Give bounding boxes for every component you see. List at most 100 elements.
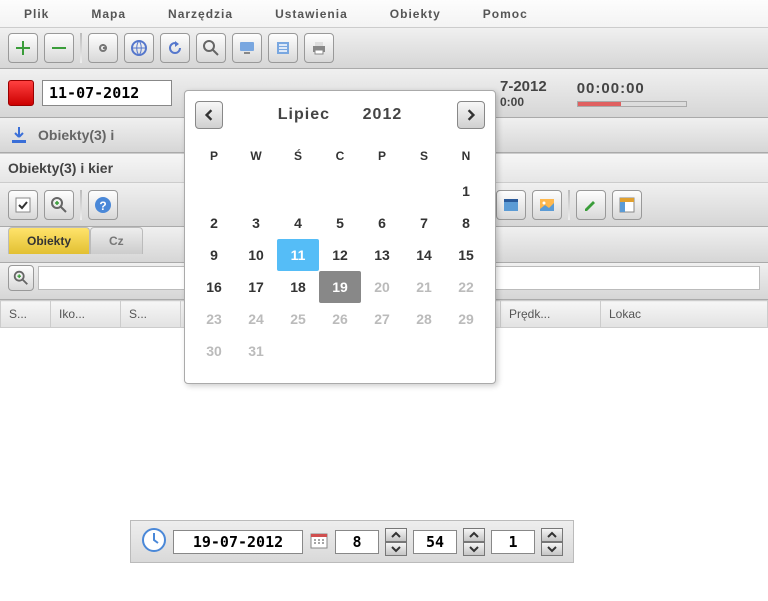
tab-cz[interactable]: Cz [90, 227, 143, 254]
menu-mapa[interactable]: Mapa [91, 7, 126, 21]
download-icon[interactable] [8, 124, 30, 146]
menu-bar: Plik Mapa Narzędzia Ustawienia Obiekty P… [0, 0, 768, 28]
svg-text:?: ? [99, 199, 106, 213]
calendar-title[interactable]: Lipiec 2012 [223, 106, 457, 124]
calendar-day-5[interactable]: 5 [319, 207, 361, 239]
calendar-day-19[interactable]: 19 [319, 271, 361, 303]
separator [568, 190, 570, 220]
calendar-day-9[interactable]: 9 [193, 239, 235, 271]
minute-spinner [463, 528, 485, 556]
menu-plik[interactable]: Plik [24, 7, 49, 21]
minus-icon [49, 38, 69, 58]
menu-pomoc[interactable]: Pomoc [483, 7, 528, 21]
calendar-day-28[interactable]: 28 [403, 303, 445, 335]
calendar-day-24[interactable]: 24 [235, 303, 277, 335]
calendar-day-12[interactable]: 12 [319, 239, 361, 271]
zoom-in-button[interactable] [44, 190, 74, 220]
chevron-down-icon [391, 545, 401, 553]
col-s2[interactable]: S... [121, 301, 181, 328]
magnifier-icon [201, 38, 221, 58]
help-button[interactable]: ? [88, 190, 118, 220]
calendar-day-3[interactable]: 3 [235, 207, 277, 239]
globe-icon [129, 38, 149, 58]
calendar-day-11[interactable]: 11 [277, 239, 319, 271]
print-button[interactable] [304, 33, 334, 63]
col-iko[interactable]: Iko... [51, 301, 121, 328]
menu-obiekty[interactable]: Obiekty [390, 7, 441, 21]
layout-button[interactable] [612, 190, 642, 220]
time-date-input[interactable] [173, 530, 303, 554]
chevron-left-icon [203, 109, 215, 121]
window-button[interactable] [496, 190, 526, 220]
checkall-button[interactable] [8, 190, 38, 220]
calendar-day-15[interactable]: 15 [445, 239, 487, 271]
time-hour-input[interactable] [335, 530, 379, 554]
calendar-day-22[interactable]: 22 [445, 271, 487, 303]
second-down-button[interactable] [541, 542, 563, 556]
refresh-button[interactable] [160, 33, 190, 63]
calendar-day-4[interactable]: 4 [277, 207, 319, 239]
calendar-day-26[interactable]: 26 [319, 303, 361, 335]
record-indicator[interactable] [8, 80, 34, 106]
calendar-day-8[interactable]: 8 [445, 207, 487, 239]
calendar-day-30[interactable]: 30 [193, 335, 235, 367]
calendar-dow: C [319, 139, 361, 175]
calendar-day-31[interactable]: 31 [235, 335, 277, 367]
calendar-dow: P [193, 139, 235, 175]
calendar-day-21[interactable]: 21 [403, 271, 445, 303]
calendar-day-2[interactable]: 2 [193, 207, 235, 239]
remove-button[interactable] [44, 33, 74, 63]
calendar-day-25[interactable]: 25 [277, 303, 319, 335]
calendar-next-button[interactable] [457, 101, 485, 129]
calendar-year-label: 2012 [363, 106, 403, 123]
calendar-day-23[interactable]: 23 [193, 303, 235, 335]
calendar-prev-button[interactable] [195, 101, 223, 129]
calendar-day-18[interactable]: 18 [277, 271, 319, 303]
calendar-dow: N [445, 139, 487, 175]
calendar-icon[interactable] [309, 530, 329, 553]
window-icon [501, 195, 521, 215]
calendar-day-16[interactable]: 16 [193, 271, 235, 303]
menu-narzedzia[interactable]: Narzędzia [168, 7, 233, 21]
col-predk[interactable]: Prędk... [501, 301, 601, 328]
calendar-day-29[interactable]: 29 [445, 303, 487, 335]
calendar-day-27[interactable]: 27 [361, 303, 403, 335]
plus-icon [13, 38, 33, 58]
time-minute-input[interactable] [413, 530, 457, 554]
calendar-day-14[interactable]: 14 [403, 239, 445, 271]
calendar-day-7[interactable]: 7 [403, 207, 445, 239]
calendar-day-20[interactable]: 20 [361, 271, 403, 303]
menu-ustawienia[interactable]: Ustawienia [275, 7, 348, 21]
globe-button[interactable] [124, 33, 154, 63]
calendar-day-13[interactable]: 13 [361, 239, 403, 271]
date-input[interactable] [42, 80, 172, 106]
image-button[interactable] [532, 190, 562, 220]
subheader-label: Obiekty(3) i [38, 127, 114, 143]
tab-obiekty[interactable]: Obiekty [8, 227, 90, 254]
hour-spinner [385, 528, 407, 556]
link-button[interactable] [88, 33, 118, 63]
calendar-day-1[interactable]: 1 [445, 175, 487, 207]
second-up-button[interactable] [541, 528, 563, 542]
second-spinner [541, 528, 563, 556]
time-widget [130, 520, 574, 563]
col-lokac[interactable]: Lokac [601, 301, 768, 328]
zoom-plus-icon [49, 195, 69, 215]
calendar-day-17[interactable]: 17 [235, 271, 277, 303]
hour-up-button[interactable] [385, 528, 407, 542]
zoom-button[interactable] [196, 33, 226, 63]
search-button[interactable] [8, 265, 34, 291]
minute-down-button[interactable] [463, 542, 485, 556]
add-button[interactable] [8, 33, 38, 63]
hour-down-button[interactable] [385, 542, 407, 556]
monitor-button[interactable] [232, 33, 262, 63]
minute-up-button[interactable] [463, 528, 485, 542]
list-button[interactable] [268, 33, 298, 63]
calendar-day-10[interactable]: 10 [235, 239, 277, 271]
pencil-button[interactable] [576, 190, 606, 220]
time-second-input[interactable] [491, 530, 535, 554]
chevron-down-icon [469, 545, 479, 553]
progress-slider[interactable] [577, 101, 687, 107]
col-s1[interactable]: S... [1, 301, 51, 328]
calendar-day-6[interactable]: 6 [361, 207, 403, 239]
